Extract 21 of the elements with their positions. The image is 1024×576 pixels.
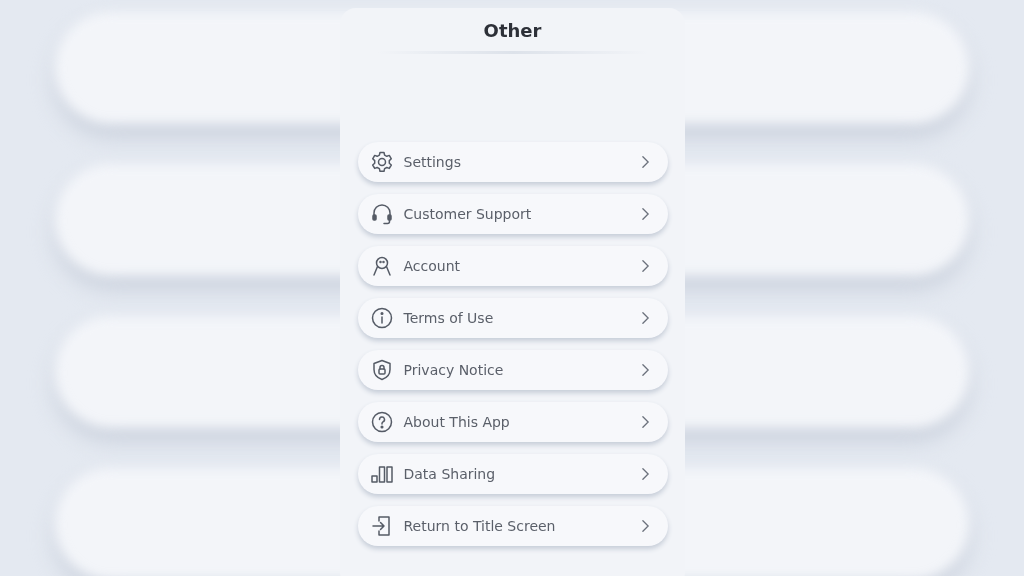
chevron-right-icon: [640, 467, 650, 481]
menu-item[interactable]: About This App: [357, 402, 668, 442]
panel-title: Other: [483, 20, 542, 41]
menu-item[interactable]: Customer Support: [357, 194, 668, 234]
menu-item[interactable]: Settings: [357, 142, 668, 182]
headset-icon: [369, 202, 394, 226]
menu-item[interactable]: Account: [357, 246, 668, 286]
chevron-right-icon: [640, 363, 650, 377]
chevron-right-icon: [640, 207, 650, 221]
chevron-right-icon: [640, 259, 650, 273]
menu-item[interactable]: Data Sharing: [357, 454, 668, 494]
info-icon: [369, 306, 394, 330]
chevron-right-icon: [640, 415, 650, 429]
menu-item[interactable]: Privacy Notice: [357, 350, 668, 390]
menu-item[interactable]: Terms of Use: [357, 298, 668, 338]
gear-icon: [369, 150, 394, 174]
menu-item[interactable]: Return to Title Screen: [357, 506, 668, 546]
question-icon: [369, 410, 394, 434]
chevron-right-icon: [640, 155, 650, 169]
chevron-right-icon: [640, 311, 650, 325]
chevron-right-icon: [640, 519, 650, 533]
